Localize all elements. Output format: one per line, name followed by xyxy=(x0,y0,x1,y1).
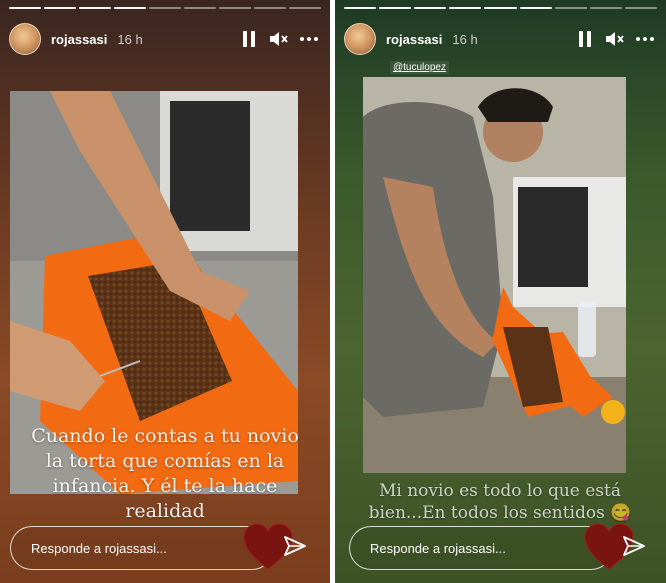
send-icon[interactable] xyxy=(623,535,645,557)
pause-icon[interactable] xyxy=(576,30,594,48)
timestamp: 16 h xyxy=(117,31,143,47)
mention-tag[interactable]: @tuculopez xyxy=(390,61,449,74)
story-photo xyxy=(363,77,626,473)
send-icon[interactable] xyxy=(284,535,306,557)
story-progress-bar xyxy=(344,7,657,9)
reply-input[interactable]: Responde a rojassasi... xyxy=(349,526,613,570)
story-header: rojassasi 16 h xyxy=(344,22,654,56)
username[interactable]: rojassasi xyxy=(51,32,107,47)
story-header: rojassasi 16 h xyxy=(9,22,318,56)
story-viewer-right: rojassasi 16 h @tuculopez Mi novio es to… xyxy=(335,0,666,583)
story-progress-bar xyxy=(9,7,321,9)
avatar[interactable] xyxy=(9,23,41,55)
story-viewer-left: rojassasi 16 h Cuando le contas a tu nov… xyxy=(0,0,330,583)
timestamp: 16 h xyxy=(452,31,478,47)
reply-input[interactable]: Responde a rojassasi... xyxy=(10,526,274,570)
story-caption: Mi novio es todo lo que está bien...En t… xyxy=(368,481,632,523)
more-icon[interactable] xyxy=(636,30,654,48)
avatar[interactable] xyxy=(344,23,376,55)
more-icon[interactable] xyxy=(300,30,318,48)
volume-off-icon[interactable] xyxy=(270,30,288,48)
story-caption: Cuando le contas a tu novio la torta que… xyxy=(31,425,299,522)
pause-icon[interactable] xyxy=(240,30,258,48)
volume-off-icon[interactable] xyxy=(606,30,624,48)
username[interactable]: rojassasi xyxy=(386,32,442,47)
